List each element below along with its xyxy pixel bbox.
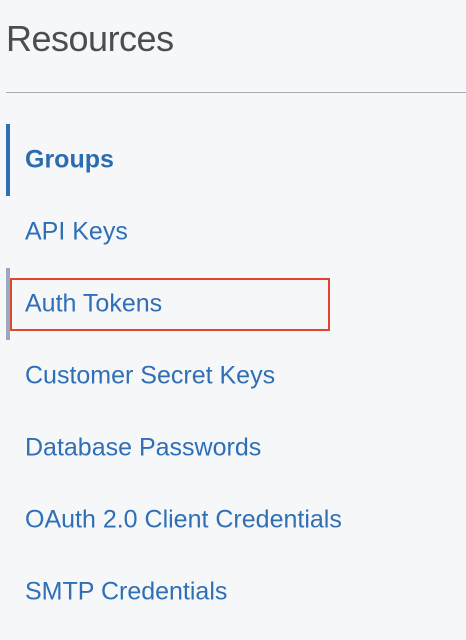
resources-nav: Groups API Keys Auth Tokens Customer Sec… [0, 124, 466, 628]
sidebar-item-label[interactable]: SMTP Credentials [25, 578, 227, 607]
resources-title: Resources [6, 18, 174, 59]
sidebar-item-label[interactable]: API Keys [25, 218, 128, 247]
active-indicator [6, 124, 10, 196]
sidebar-item-label[interactable]: Groups [25, 146, 114, 175]
sidebar-item-customer-secret-keys[interactable]: Customer Secret Keys [0, 340, 466, 412]
sidebar-item-oauth-client-credentials[interactable]: OAuth 2.0 Client Credentials [0, 484, 466, 556]
sidebar-item-groups[interactable]: Groups [0, 124, 466, 196]
sidebar-item-label[interactable]: Auth Tokens [25, 290, 162, 319]
sidebar-item-label[interactable]: OAuth 2.0 Client Credentials [25, 506, 342, 535]
sidebar-item-label[interactable]: Database Passwords [25, 434, 261, 463]
sidebar-item-api-keys[interactable]: API Keys [0, 196, 466, 268]
sidebar-item-label[interactable]: Customer Secret Keys [25, 362, 275, 391]
resources-panel: Resources Groups API Keys Auth Tokens Cu… [0, 0, 466, 640]
title-divider [6, 92, 466, 93]
sidebar-item-smtp-credentials[interactable]: SMTP Credentials [0, 556, 466, 628]
sidebar-item-database-passwords[interactable]: Database Passwords [0, 412, 466, 484]
sidebar-item-auth-tokens[interactable]: Auth Tokens [0, 268, 466, 340]
